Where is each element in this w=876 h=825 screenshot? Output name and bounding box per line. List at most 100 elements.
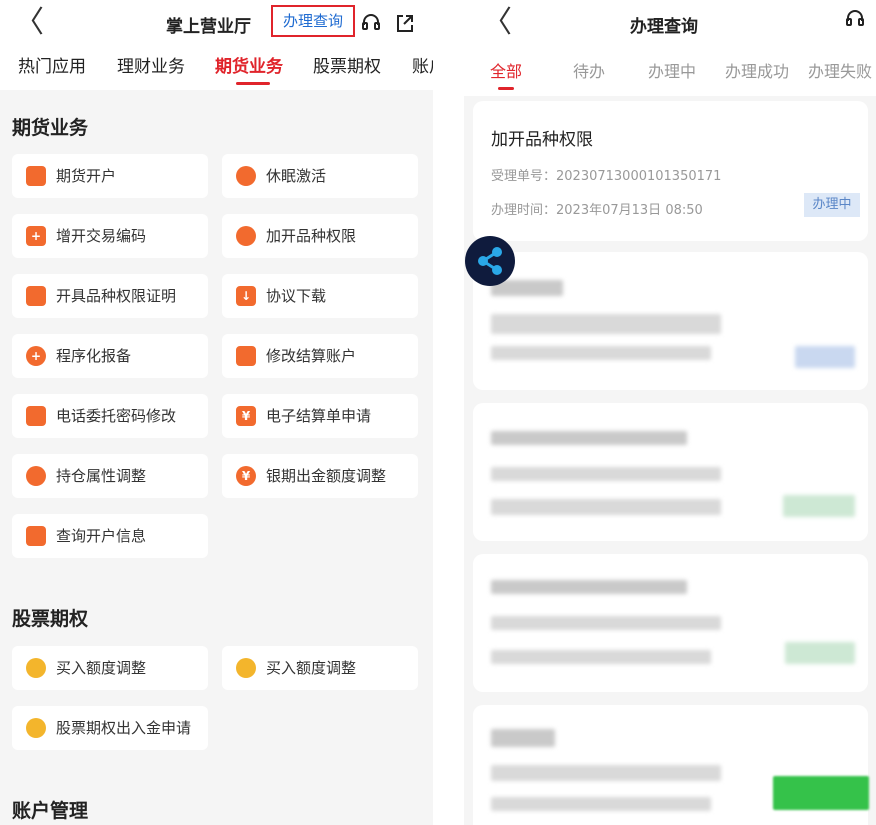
service-button[interactable]: 买入额度调整 — [12, 646, 208, 690]
tab-wealth[interactable]: 理财业务 — [117, 52, 185, 77]
yen-coin-icon: ¥ — [236, 466, 256, 486]
redacted-text — [491, 314, 721, 334]
blurred-record-card[interactable] — [473, 252, 868, 390]
service-label: 开具品种权限证明 — [56, 287, 177, 305]
service-label: 持仓属性调整 — [56, 467, 147, 485]
service-button[interactable]: 期货开户 — [12, 154, 208, 198]
coins-icon — [26, 658, 46, 678]
tab-hot-apps[interactable]: 热门应用 — [18, 52, 86, 77]
document-icon — [26, 286, 46, 306]
section-heading-accounts: 账户管理 — [12, 800, 89, 822]
redacted-text — [491, 729, 555, 747]
pie-icon — [26, 466, 46, 486]
calendar-icon — [26, 166, 46, 186]
card-icon — [236, 346, 256, 366]
redacted-text — [491, 580, 687, 594]
redacted-badge — [785, 642, 855, 664]
service-button[interactable]: 查询开户信息 — [12, 514, 208, 558]
stamp-icon — [26, 718, 46, 738]
record-number-label: 受理单号： — [491, 169, 557, 184]
service-button[interactable]: 加开品种权限 — [222, 214, 418, 258]
query-link[interactable]: 办理查询 — [271, 5, 355, 37]
service-label: 电子结算单申请 — [266, 407, 372, 425]
record-card[interactable]: 加开品种权限 受理单号：20230713000101350171 办理时间：20… — [473, 101, 868, 241]
tab-success[interactable]: 办理成功 — [725, 58, 789, 82]
service-label: 程序化报备 — [56, 347, 132, 365]
left-top-bar: 〈 掌上营业厅 办理查询 — [0, 0, 433, 48]
service-button[interactable]: ¥ 银期出金额度调整 — [222, 454, 418, 498]
page-title: 掌上营业厅 — [166, 17, 251, 37]
redacted-badge — [783, 495, 855, 517]
service-label: 查询开户信息 — [56, 527, 147, 545]
active-tab-indicator — [236, 82, 270, 85]
service-button[interactable]: ↓ 协议下载 — [222, 274, 418, 318]
section-heading-futures: 期货业务 — [12, 117, 89, 139]
query-panel: 〈 办理查询 全部 待办 办理中 办理成功 办理失败 加开品种权限 受理单号：2… — [464, 0, 876, 825]
plus-square-icon: + — [26, 226, 46, 246]
headset-icon[interactable] — [844, 8, 866, 30]
service-button[interactable]: 股票期权出入金申请 — [12, 706, 208, 750]
shield-icon — [236, 226, 256, 246]
record-time-value: 2023年07月13日 08:50 — [556, 203, 703, 218]
service-label: 协议下载 — [266, 287, 327, 305]
service-label: 加开品种权限 — [266, 227, 357, 245]
blurred-record-card[interactable] — [473, 403, 868, 541]
service-label: 买入额度调整 — [56, 659, 147, 677]
active-tab-indicator — [498, 87, 514, 90]
redacted-text — [491, 616, 721, 630]
redacted-text — [491, 797, 711, 811]
category-tabs: 热门应用 理财业务 期货业务 股票期权 账户 — [0, 48, 433, 90]
redacted-button[interactable] — [773, 776, 869, 810]
service-button[interactable]: 买入额度调整 — [222, 646, 418, 690]
record-number: 受理单号：20230713000101350171 — [491, 165, 721, 184]
redacted-text — [491, 650, 711, 664]
redacted-text — [491, 765, 721, 781]
download-icon: ↓ — [236, 286, 256, 306]
back-icon[interactable]: 〈 — [14, 6, 44, 40]
service-button[interactable]: + 增开交易编码 — [12, 214, 208, 258]
redacted-text — [491, 467, 721, 481]
shield-plus-icon: + — [26, 346, 46, 366]
service-button[interactable]: 持仓属性调整 — [12, 454, 208, 498]
service-button[interactable]: 修改结算账户 — [222, 334, 418, 378]
share-icon[interactable] — [394, 12, 416, 34]
page-title: 办理查询 — [630, 17, 698, 37]
service-label: 银期出金额度调整 — [266, 467, 387, 485]
service-label: 期货开户 — [56, 167, 117, 185]
back-icon[interactable]: 〈 — [482, 6, 512, 40]
service-button[interactable]: + 程序化报备 — [12, 334, 208, 378]
redacted-text — [491, 431, 687, 445]
service-button[interactable]: 电话委托密码修改 — [12, 394, 208, 438]
tab-stock-options[interactable]: 股票期权 — [313, 52, 381, 77]
share-nodes-icon — [478, 247, 502, 275]
service-label: 股票期权出入金申请 — [56, 719, 192, 737]
service-hall-panel: 〈 掌上营业厅 办理查询 热门应用 理财业务 期货业务 股票期权 账户 期货业务… — [0, 0, 433, 825]
tab-failed[interactable]: 办理失败 — [808, 58, 872, 82]
blurred-record-card[interactable] — [473, 554, 868, 692]
tab-pending[interactable]: 待办 — [573, 58, 605, 82]
service-label: 增开交易编码 — [56, 227, 147, 245]
share-float-button[interactable] — [465, 236, 515, 286]
trophy-icon — [236, 166, 256, 186]
coins-icon — [236, 658, 256, 678]
record-number-value: 20230713000101350171 — [556, 169, 722, 184]
service-button[interactable]: 休眠激活 — [222, 154, 418, 198]
tab-futures[interactable]: 期货业务 — [215, 52, 283, 77]
lock-icon — [26, 406, 46, 426]
tab-accounts[interactable]: 账户 — [412, 52, 433, 77]
service-label: 电话委托密码修改 — [56, 407, 177, 425]
status-badge: 办理中 — [804, 193, 860, 217]
service-button[interactable]: ¥ 电子结算单申请 — [222, 394, 418, 438]
tab-all[interactable]: 全部 — [490, 58, 522, 82]
record-time-label: 办理时间： — [491, 203, 557, 218]
service-label: 买入额度调整 — [266, 659, 357, 677]
tab-processing[interactable]: 办理中 — [648, 58, 696, 82]
service-button[interactable]: 开具品种权限证明 — [12, 274, 208, 318]
service-label: 休眠激活 — [266, 167, 327, 185]
redacted-text — [491, 499, 721, 515]
headset-icon[interactable] — [360, 12, 382, 34]
record-time: 办理时间：2023年07月13日 08:50 — [491, 199, 703, 218]
section-heading-stock-options: 股票期权 — [12, 608, 89, 630]
record-title: 加开品种权限 — [491, 130, 593, 150]
redacted-badge — [795, 346, 855, 368]
